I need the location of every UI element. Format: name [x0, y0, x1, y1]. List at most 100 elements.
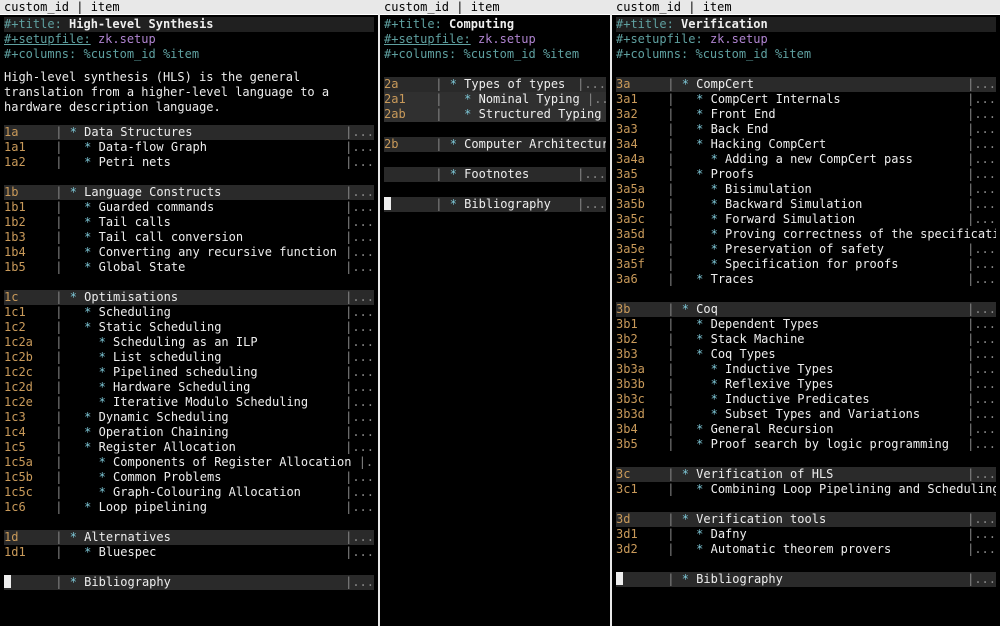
- outline-item[interactable]: 3b1 | * Dependent Types |...: [616, 317, 996, 332]
- outline-item[interactable]: 3b4 | * General Recursion |...: [616, 422, 996, 437]
- item-title: Bibliography: [464, 197, 551, 212]
- separator: |: [660, 152, 682, 167]
- outline-item[interactable]: 1a1 | * Data-flow Graph |...: [4, 140, 374, 155]
- outline-item[interactable]: 1a2 | * Petri nets |...: [4, 155, 374, 170]
- outline-item[interactable]: 3b3b | * Reflexive Types |...: [616, 377, 996, 392]
- outline-item[interactable]: 3a5d | * Proving correctness of the spec…: [616, 227, 996, 242]
- outline-heading[interactable]: 1d | * Alternatives |...: [4, 530, 374, 545]
- item-title: Adding a new CompCert pass: [725, 152, 913, 167]
- outline-item[interactable]: 3d2 | * Automatic theorem provers |...: [616, 542, 996, 557]
- outline-item[interactable]: 3c1 | * Combining Loop Pipelining and Sc…: [616, 482, 996, 497]
- outline-item[interactable]: 3a4 | * Hacking CompCert |...: [616, 137, 996, 152]
- bullet-star: *: [696, 332, 710, 347]
- outline-item[interactable]: 3a6 | * Traces |...: [616, 272, 996, 287]
- pane: custom_id | item#+title: Computing#+setu…: [378, 0, 610, 626]
- ellipsis: |...: [570, 197, 606, 212]
- outline-item[interactable]: 3b5 | * Proof search by logic programmin…: [616, 437, 996, 452]
- separator: |: [660, 437, 682, 452]
- outline-item[interactable]: 3a1 | * CompCert Internals |...: [616, 92, 996, 107]
- outline-item[interactable]: 1c2 | * Static Scheduling |...: [4, 320, 374, 335]
- outline-heading[interactable]: 3a | * CompCert |...: [616, 77, 996, 92]
- outline-heading[interactable]: | * Bibliography |...: [4, 575, 374, 590]
- bullet-star: *: [464, 107, 478, 122]
- outline-heading[interactable]: | * Bibliography |...: [616, 572, 996, 587]
- outline-item[interactable]: 1b4 | * Converting any recursive functio…: [4, 245, 374, 260]
- outline-item[interactable]: 2a1 | * Nominal Typing |...: [384, 92, 606, 107]
- separator: |: [48, 215, 70, 230]
- custom-id: 1c2b: [4, 350, 48, 365]
- outline-item[interactable]: 1c6 | * Loop pipelining |...: [4, 500, 374, 515]
- ellipsis: |...: [960, 92, 996, 107]
- outline-heading[interactable]: 1c | * Optimisations |...: [4, 290, 374, 305]
- outline-item[interactable]: 1c2a | * Scheduling as an ILP |...: [4, 335, 374, 350]
- outline-item[interactable]: 1b1 | * Guarded commands |...: [4, 200, 374, 215]
- outline-item[interactable]: 3a4a | * Adding a new CompCert pass |...: [616, 152, 996, 167]
- outline-item[interactable]: 1b3 | * Tail call conversion |...: [4, 230, 374, 245]
- outline-heading[interactable]: 2a | * Types of types |...: [384, 77, 606, 92]
- buffer-body[interactable]: #+title: Verification#+setupfile: zk.set…: [612, 15, 1000, 626]
- separator: |: [428, 107, 450, 122]
- outline-item[interactable]: 2ab | * Structured Typing |...: [384, 107, 606, 122]
- bullet-star: *: [696, 422, 710, 437]
- outline-heading[interactable]: 1b | * Language Constructs |...: [4, 185, 374, 200]
- custom-id: 1a1: [4, 140, 48, 155]
- outline-heading[interactable]: 1a | * Data Structures |...: [4, 125, 374, 140]
- custom-id: 2ab: [384, 107, 428, 122]
- separator: |: [48, 410, 70, 425]
- outline-item[interactable]: 3a2 | * Front End |...: [616, 107, 996, 122]
- outline-item[interactable]: 3b2 | * Stack Machine |...: [616, 332, 996, 347]
- separator: |: [660, 257, 682, 272]
- outline-item[interactable]: 1c5b | * Common Problems |...: [4, 470, 374, 485]
- outline-item[interactable]: 1c2d | * Hardware Scheduling |...: [4, 380, 374, 395]
- outline-item[interactable]: 1c2c | * Pipelined scheduling |...: [4, 365, 374, 380]
- bullet-star: *: [464, 92, 478, 107]
- outline-item[interactable]: 1d1 | * Bluespec |...: [4, 545, 374, 560]
- item-title: Subset Types and Variations: [725, 407, 920, 422]
- pane: custom_id | item#+title: High-level Synt…: [0, 0, 378, 626]
- outline-item[interactable]: 3b3c | * Inductive Predicates |...: [616, 392, 996, 407]
- buffer-body[interactable]: #+title: Computing#+setupfile: zk.setup#…: [380, 15, 610, 626]
- outline-item[interactable]: 3a5 | * Proofs |...: [616, 167, 996, 182]
- outline-item[interactable]: 3b3a | * Inductive Types |...: [616, 362, 996, 377]
- outline-heading[interactable]: | * Bibliography |...: [384, 197, 606, 212]
- outline-item[interactable]: 3a5b | * Backward Simulation |...: [616, 197, 996, 212]
- bullet-star: *: [84, 245, 98, 260]
- separator: |: [660, 422, 682, 437]
- bullet-star: *: [711, 182, 725, 197]
- ellipsis: |...: [338, 155, 374, 170]
- outline-item[interactable]: 3a3 | * Back End |...: [616, 122, 996, 137]
- outline-item[interactable]: 3a5f | * Specification for proofs |...: [616, 257, 996, 272]
- outline-heading[interactable]: | * Footnotes |...: [384, 167, 606, 182]
- outline-item[interactable]: 1c2e | * Iterative Modulo Scheduling |..…: [4, 395, 374, 410]
- outline-item[interactable]: 1c4 | * Operation Chaining |...: [4, 425, 374, 440]
- outline-item[interactable]: 1c1 | * Scheduling |...: [4, 305, 374, 320]
- outline-item[interactable]: 1c5c | * Graph-Colouring Allocation |...: [4, 485, 374, 500]
- separator: |: [428, 167, 450, 182]
- outline-item[interactable]: 3a5c | * Forward Simulation |...: [616, 212, 996, 227]
- ellipsis: |...: [338, 245, 374, 260]
- outline-item[interactable]: 1b2 | * Tail calls |...: [4, 215, 374, 230]
- outline-item[interactable]: 1c5a | * Components of Register Allocati…: [4, 455, 374, 470]
- bullet-star: *: [682, 77, 696, 92]
- outline-item[interactable]: 1c3 | * Dynamic Scheduling |...: [4, 410, 374, 425]
- item-title: Common Problems: [113, 470, 221, 485]
- outline-item[interactable]: 1c5 | * Register Allocation |...: [4, 440, 374, 455]
- ellipsis: |...: [338, 320, 374, 335]
- outline-item[interactable]: 3a5a | * Bisimulation |...: [616, 182, 996, 197]
- outline-item[interactable]: 3d1 | * Dafny |...: [616, 527, 996, 542]
- outline-heading[interactable]: 3b | * Coq |...: [616, 302, 996, 317]
- outline-item[interactable]: 1c2b | * List scheduling |...: [4, 350, 374, 365]
- outline-item[interactable]: 1b5 | * Global State |...: [4, 260, 374, 275]
- separator: |: [48, 230, 70, 245]
- outline-heading[interactable]: 2b | * Computer Architecture |...: [384, 137, 606, 152]
- outline-item[interactable]: 3a5e | * Preservation of safety |...: [616, 242, 996, 257]
- outline-heading[interactable]: 3c | * Verification of HLS |...: [616, 467, 996, 482]
- buffer-body[interactable]: #+title: High-level Synthesis#+setupfile…: [0, 15, 378, 626]
- columns-line: #+columns: %custom_id %item: [4, 47, 374, 62]
- outline-item[interactable]: 3b3d | * Subset Types and Variations |..…: [616, 407, 996, 422]
- custom-id: 2a: [384, 77, 428, 92]
- modeline: custom_id | item: [0, 0, 378, 15]
- outline-item[interactable]: 3b3 | * Coq Types |...: [616, 347, 996, 362]
- outline-heading[interactable]: 3d | * Verification tools |...: [616, 512, 996, 527]
- custom-id: [384, 167, 428, 182]
